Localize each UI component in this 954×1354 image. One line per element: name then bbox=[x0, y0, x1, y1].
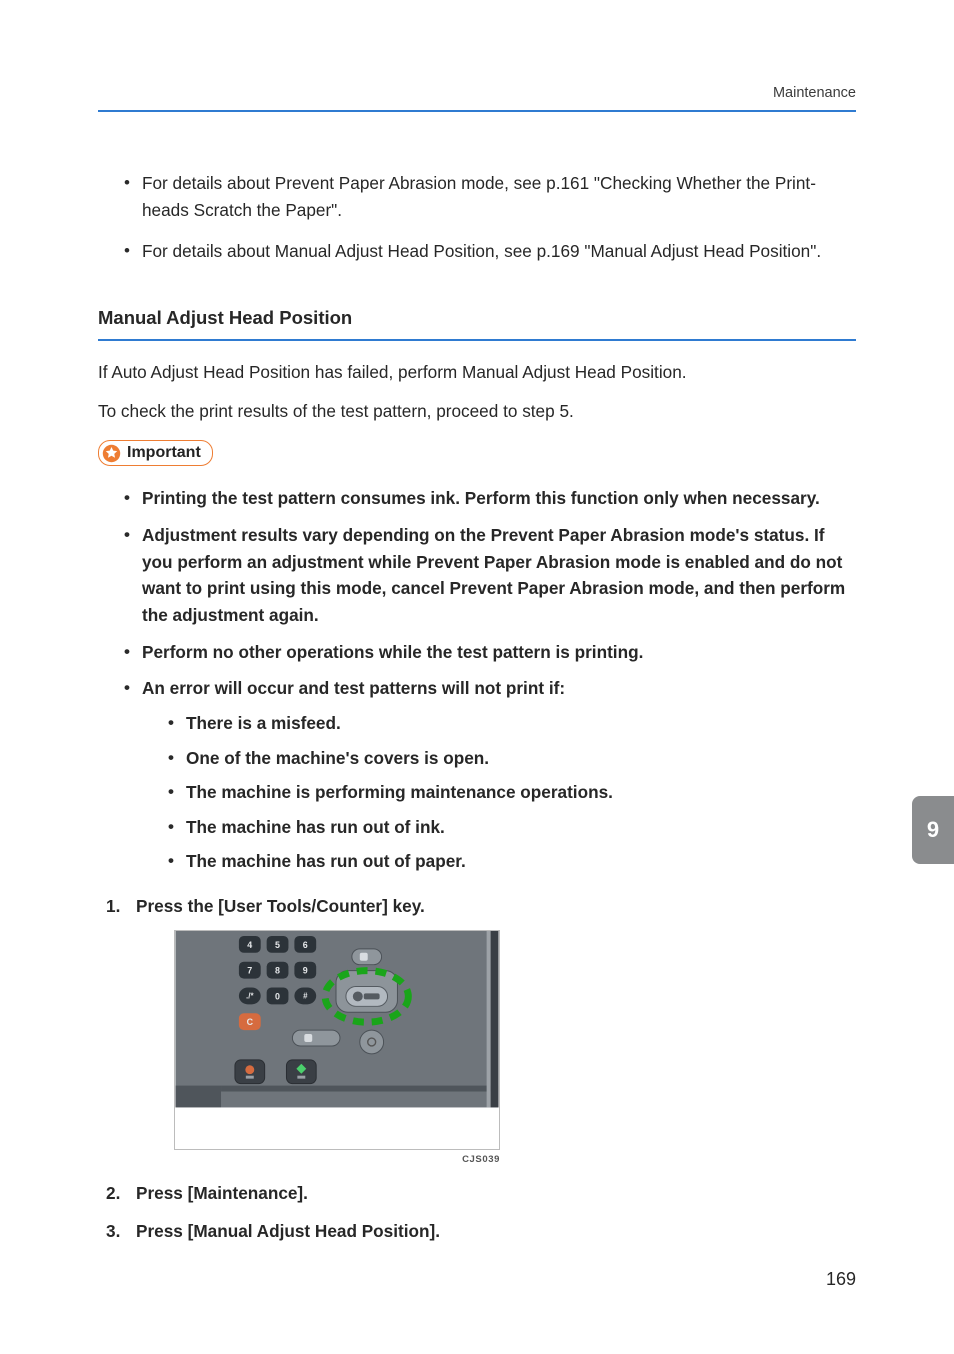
step: Press [Maintenance]. bbox=[98, 1180, 856, 1207]
procedure-steps: Press the [User Tools/Counter] key. bbox=[98, 893, 856, 1245]
svg-text:#: # bbox=[303, 991, 308, 1000]
page-number: 169 bbox=[826, 1266, 856, 1294]
important-callout: Important bbox=[98, 440, 213, 466]
svg-text:0: 0 bbox=[275, 991, 280, 1001]
list-item: Printing the test pattern consumes ink. … bbox=[120, 485, 856, 512]
list-item: An error will occur and test patterns wi… bbox=[120, 675, 856, 875]
intro-cross-refs: For details about Prevent Paper Abrasion… bbox=[120, 170, 856, 264]
important-notes-list: Printing the test pattern consumes ink. … bbox=[120, 485, 856, 875]
svg-text:7: 7 bbox=[247, 965, 252, 975]
figure: 4 5 6 7 8 9 ./* 0 # C bbox=[174, 930, 500, 1168]
page: Maintenance For details about Prevent Pa… bbox=[0, 0, 954, 1354]
list-item: The machine has run out of paper. bbox=[164, 848, 856, 875]
svg-text:6: 6 bbox=[303, 940, 308, 950]
svg-text:8: 8 bbox=[275, 965, 280, 975]
svg-text:./*: ./* bbox=[246, 991, 254, 1000]
list-item: The machine has run out of ink. bbox=[164, 814, 856, 841]
svg-text:9: 9 bbox=[303, 965, 308, 975]
step: Press [Manual Adjust Head Position]. bbox=[98, 1218, 856, 1245]
chapter-thumb-tab: 9 bbox=[912, 796, 954, 864]
running-head: Maintenance bbox=[98, 82, 856, 112]
list-item: Perform no other operations while the te… bbox=[120, 639, 856, 666]
running-head-text: Maintenance bbox=[773, 85, 856, 101]
svg-text:C: C bbox=[247, 1017, 254, 1027]
star-icon bbox=[102, 444, 121, 463]
error-conditions-list: There is a misfeed. One of the machine's… bbox=[164, 710, 856, 875]
list-item: For details about Manual Adjust Head Pos… bbox=[120, 238, 856, 265]
list-item: The machine is performing maintenance op… bbox=[164, 779, 856, 806]
body-paragraph: If Auto Adjust Head Position has failed,… bbox=[98, 359, 856, 386]
step: Press the [User Tools/Counter] key. bbox=[98, 893, 856, 1167]
list-item: Adjustment results vary depending on the… bbox=[120, 522, 856, 629]
svg-text:5: 5 bbox=[275, 940, 280, 950]
important-callout-label: Important bbox=[127, 445, 201, 461]
control-panel-illustration: 4 5 6 7 8 9 ./* 0 # C bbox=[174, 930, 500, 1150]
figure-code: CJS039 bbox=[174, 1153, 500, 1168]
section-heading: Manual Adjust Head Position bbox=[98, 304, 856, 341]
body-paragraph: To check the print results of the test p… bbox=[98, 398, 856, 425]
list-item: For details about Prevent Paper Abrasion… bbox=[120, 170, 856, 223]
list-item: There is a misfeed. bbox=[164, 710, 856, 737]
svg-text:4: 4 bbox=[247, 940, 252, 950]
list-item: One of the machine's covers is open. bbox=[164, 745, 856, 772]
